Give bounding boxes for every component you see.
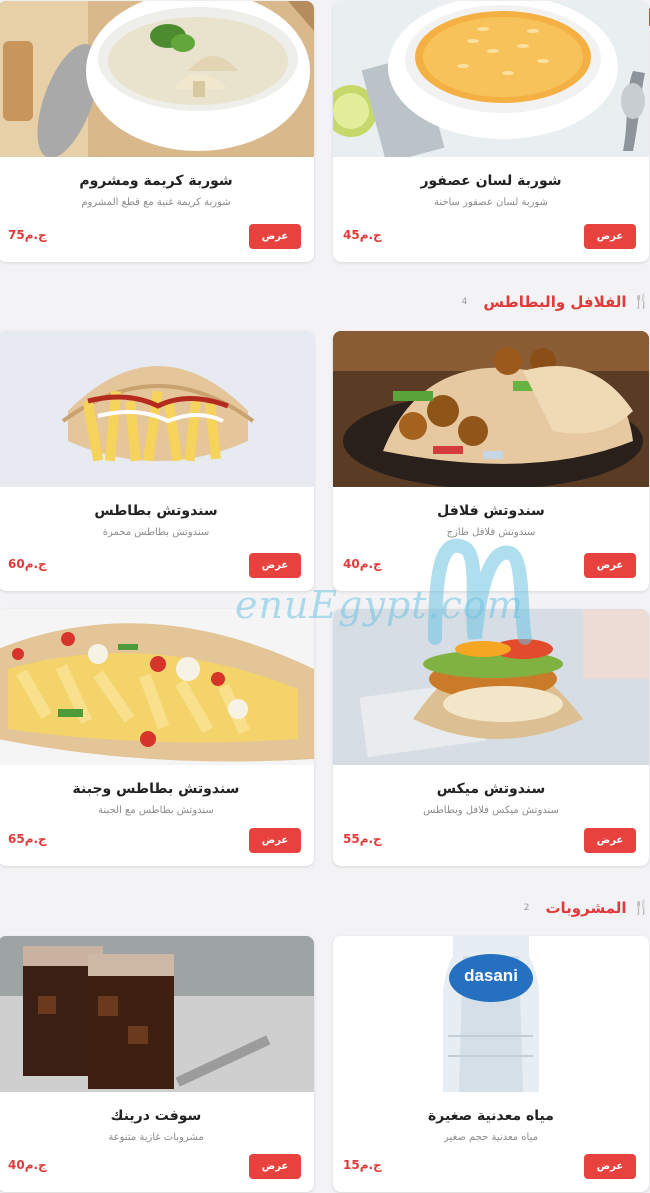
item-description: مشروبات غازية متنوعة: [108, 1132, 204, 1143]
view-button[interactable]: عرض: [584, 1154, 636, 1179]
item-description: سندوتش فلافل طازج: [446, 527, 536, 538]
view-button[interactable]: عرض: [249, 1154, 301, 1179]
item-price: 75ج.م: [8, 228, 47, 242]
soup-mushroom-image: [0, 1, 314, 157]
view-button[interactable]: عرض: [249, 828, 301, 853]
item-description: سندوتش بطاطس مع الجبنة: [98, 805, 214, 816]
item-name: سندوتش فلافل: [437, 503, 545, 519]
item-description: مياه معدنية حجم صغير: [444, 1132, 538, 1143]
menu-item-card[interactable]: dasani مياه معدنية صغيرة مياه معدنية حجم…: [333, 936, 649, 1192]
item-price: 40ج.م: [343, 557, 382, 571]
section-title: الفلافل والبطاطس: [483, 293, 627, 311]
section-header-falafel: 🍴 الفلافل والبطاطس 4: [462, 290, 650, 314]
item-price: 45ج.م: [343, 228, 382, 242]
item-description: سندوتش ميكس فلافل وبطاطس: [423, 805, 559, 816]
menu-item-card[interactable]: شوربة لسان عصفور شوربة لسان عصفور ساخنة …: [333, 1, 649, 262]
item-name: سندوتش ميكس: [436, 781, 546, 797]
view-button[interactable]: عرض: [584, 553, 636, 578]
item-price: 60ج.م: [8, 557, 47, 571]
item-description: سندوتش بطاطس محمرة: [102, 527, 210, 538]
menu-item-card[interactable]: سندوتش بطاطس سندوتش بطاطس محمرة عرض 60ج.…: [0, 331, 314, 591]
soft-drink-image: [0, 936, 314, 1092]
item-name: سوفت درينك: [110, 1108, 202, 1124]
item-description: شوربة لسان عصفور ساخنة: [433, 197, 549, 208]
mix-sandwich-image: [333, 609, 649, 765]
menu-item-card[interactable]: سوفت درينك مشروبات غازية متنوعة عرض 40ج.…: [0, 936, 314, 1192]
view-button[interactable]: عرض: [584, 828, 636, 853]
item-price: 40ج.م: [8, 1158, 47, 1172]
item-name: سندوتش بطاطس: [94, 503, 218, 519]
item-price: 65ج.م: [8, 832, 47, 846]
soup-orzo-image: [333, 1, 649, 157]
dasani-logo: dasani: [464, 966, 518, 985]
item-price: 15ج.م: [343, 1158, 382, 1172]
section-header-drinks: 🍴 المشروبات 2: [524, 896, 650, 920]
view-button[interactable]: عرض: [249, 224, 301, 249]
section-item-count: 2: [523, 903, 530, 913]
menu-item-card[interactable]: سندوتش بطاطس وجبنة سندوتش بطاطس مع الجبن…: [0, 609, 314, 866]
fries-sandwich-image: [0, 331, 314, 487]
item-name: سندوتش بطاطس وجبنة: [72, 781, 240, 797]
falafel-sandwich-image: [333, 331, 649, 487]
menu-item-card[interactable]: سندوتش ميكس سندوتش ميكس فلافل وبطاطس عرض…: [333, 609, 649, 866]
menu-item-card[interactable]: شوربة كريمة ومشروم شوربة كريمة غنية مع ق…: [0, 1, 314, 262]
utensils-icon: 🍴: [632, 294, 650, 310]
view-button[interactable]: عرض: [584, 224, 636, 249]
item-name: شوربة لسان عصفور: [420, 173, 562, 189]
item-price: 55ج.م: [343, 832, 382, 846]
menu-item-card[interactable]: سندوتش فلافل سندوتش فلافل طازج عرض 40ج.م: [333, 331, 649, 591]
item-name: مياه معدنية صغيرة: [428, 1108, 554, 1124]
utensils-icon: 🍴: [632, 900, 650, 916]
item-description: شوربة كريمة غنية مع قطع المشروم: [81, 197, 231, 208]
item-name: شوربة كريمة ومشروم: [79, 173, 233, 189]
section-title: المشروبات: [545, 899, 627, 917]
section-item-count: 4: [461, 297, 468, 307]
fries-cheese-sandwich-image: [0, 609, 314, 765]
water-bottle-image: dasani: [333, 936, 649, 1092]
view-button[interactable]: عرض: [249, 553, 301, 578]
